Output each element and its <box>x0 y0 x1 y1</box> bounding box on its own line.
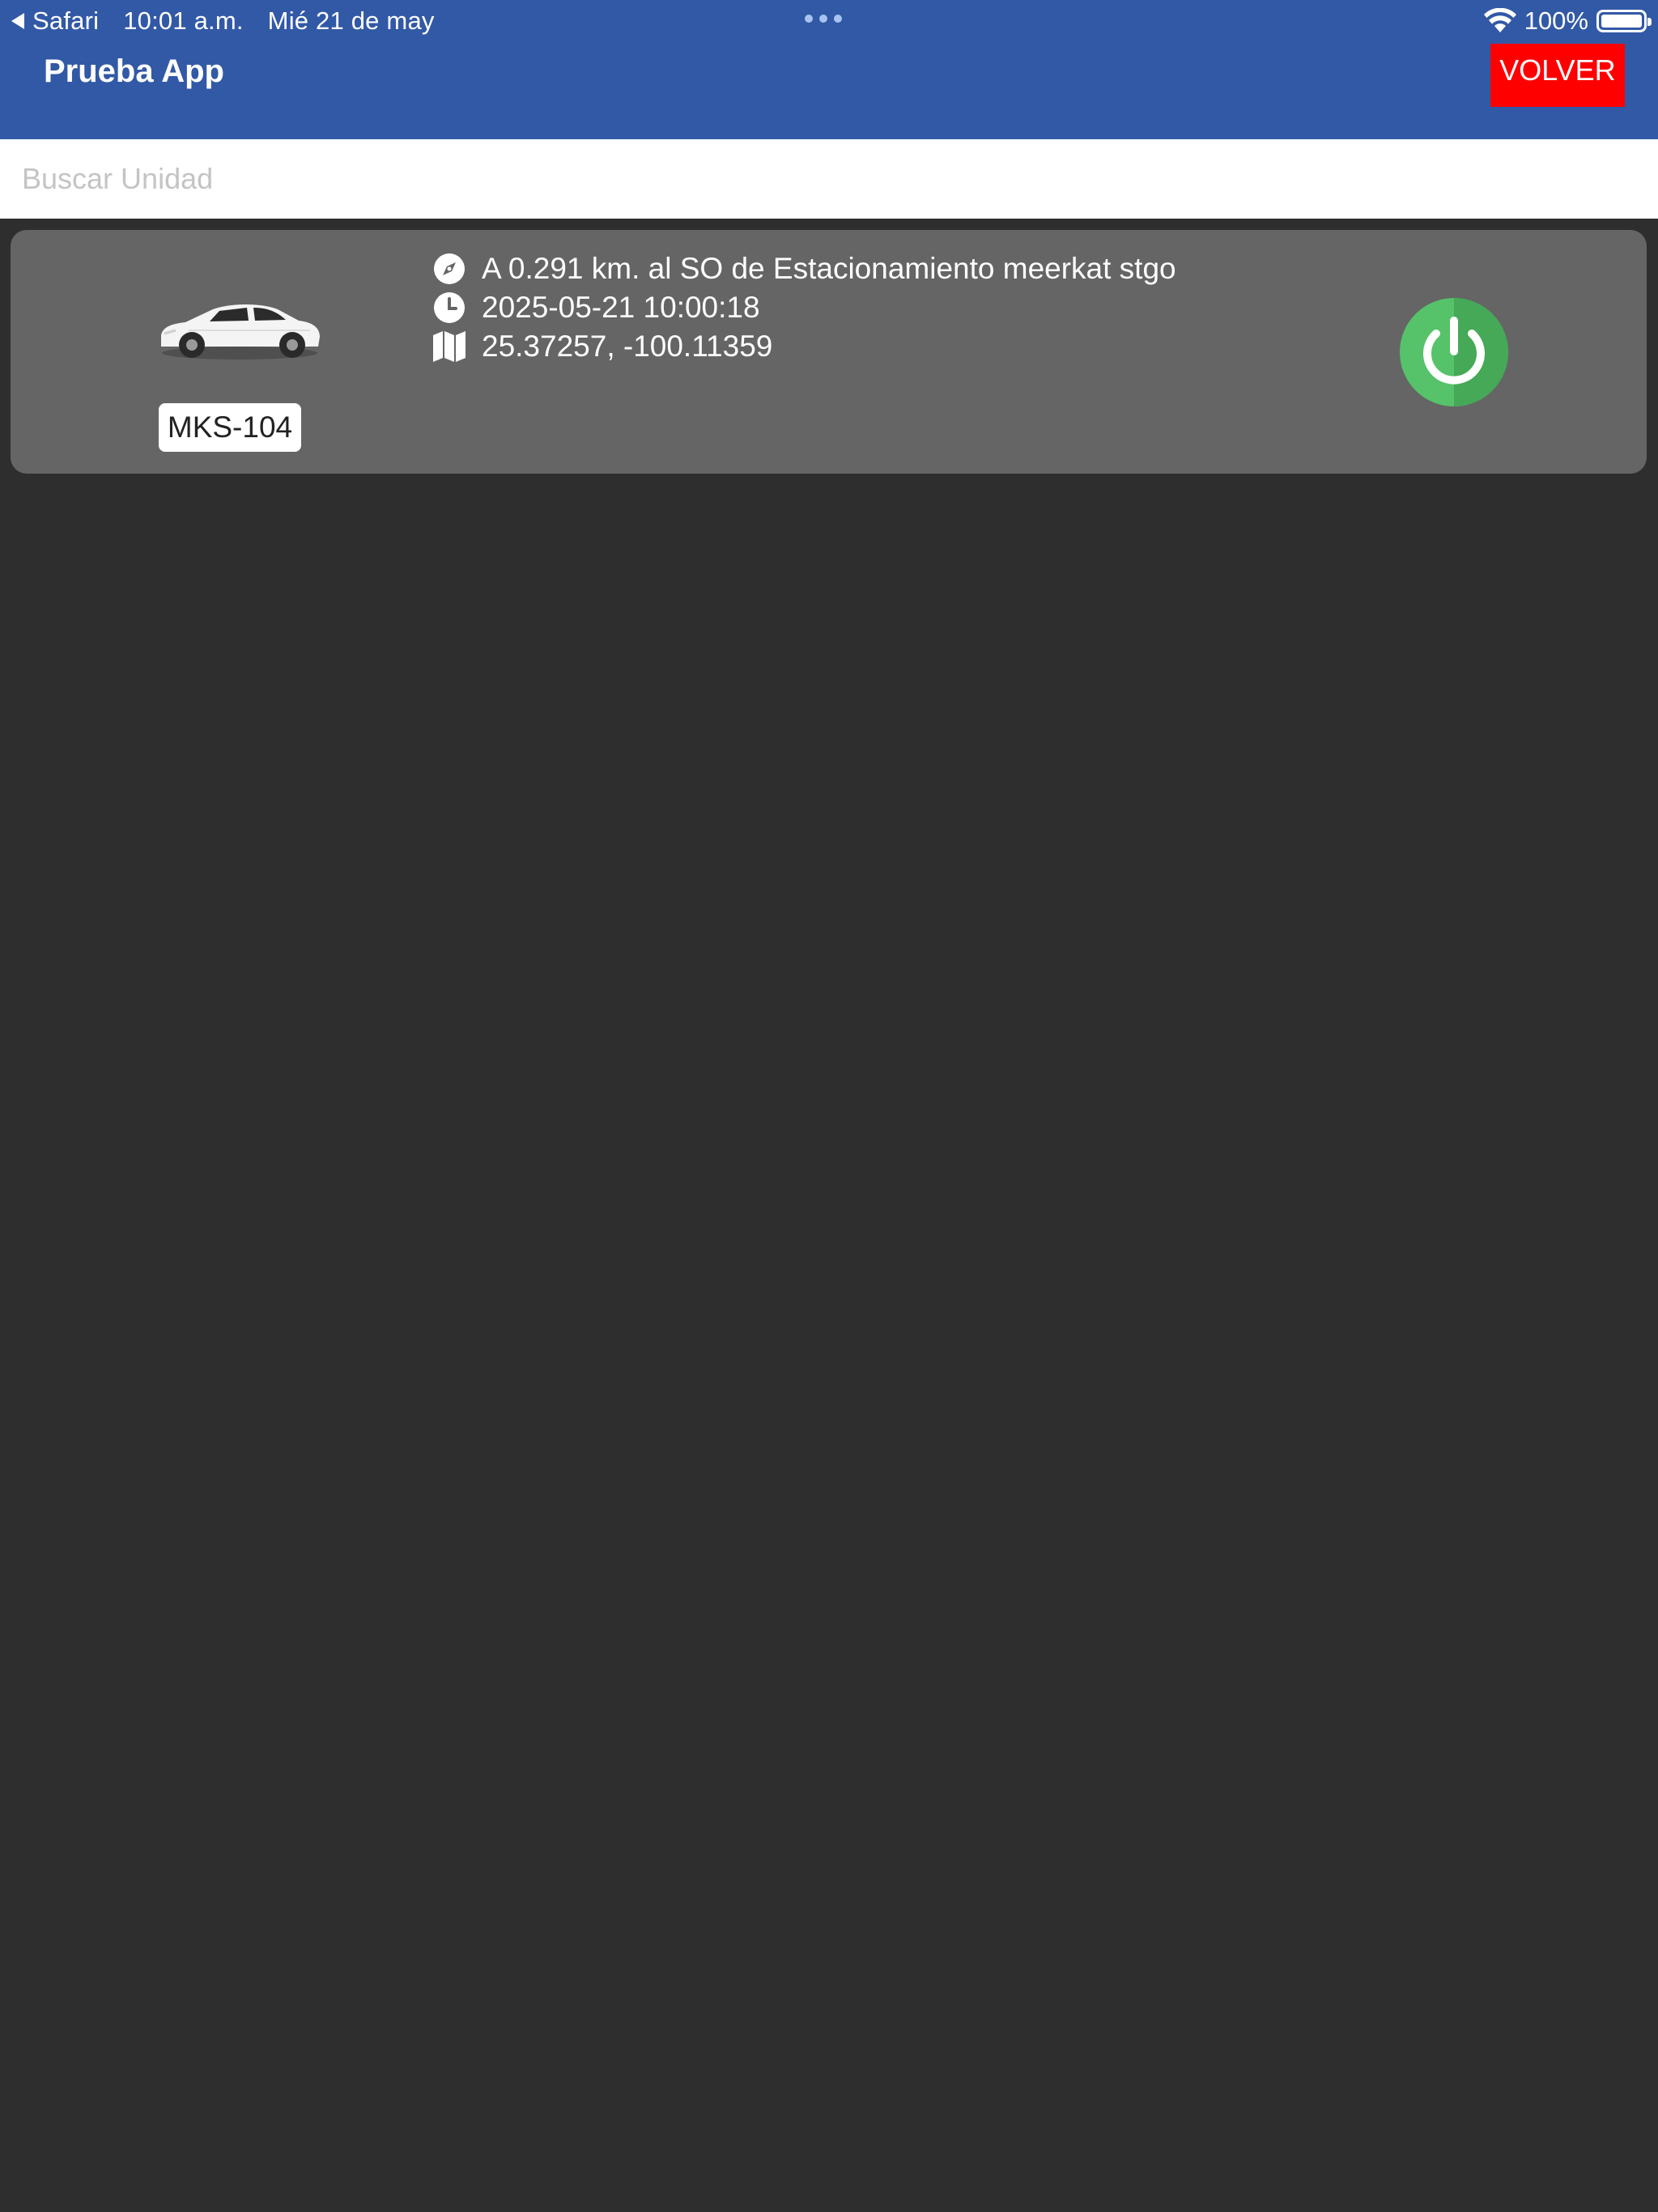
battery-percent: 100% <box>1524 6 1588 35</box>
status-date: Mié 21 de may <box>267 6 435 35</box>
unit-info: A 0.291 km. al SO de Estacionamiento mee… <box>432 249 1176 366</box>
search-bar <box>0 139 1658 219</box>
battery-icon <box>1596 10 1652 32</box>
back-to-app-label[interactable]: Safari <box>32 6 99 36</box>
wifi-icon <box>1483 8 1516 34</box>
back-button[interactable]: VOLVER <box>1490 44 1625 107</box>
status-bar-right: 100% <box>1483 5 1652 37</box>
search-input[interactable] <box>0 139 1658 219</box>
power-icon[interactable] <box>1400 298 1508 406</box>
compass-icon <box>432 251 467 287</box>
unit-coordinates-row: 25.37257, -100.11359 <box>432 327 1176 366</box>
unit-timestamp: 2025-05-21 10:00:18 <box>482 291 760 324</box>
unit-location: A 0.291 km. al SO de Estacionamiento mee… <box>482 252 1176 285</box>
unit-timestamp-row: 2025-05-21 10:00:18 <box>432 288 1176 327</box>
unit-coordinates: 25.37257, -100.11359 <box>482 330 773 363</box>
white-sedan-car-image <box>161 304 320 359</box>
unit-plate: MKS-104 <box>159 403 301 452</box>
page-title: Prueba App <box>44 53 224 89</box>
back-triangle-icon[interactable] <box>11 13 24 29</box>
unit-card[interactable]: MKS-104 A 0.291 km. al SO de Estacionami… <box>11 230 1647 474</box>
clock-icon <box>432 290 467 325</box>
unit-location-row: A 0.291 km. al SO de Estacionamiento mee… <box>432 249 1176 288</box>
map-icon <box>432 329 467 364</box>
multitasking-dots-icon[interactable] <box>805 15 842 23</box>
status-bar-left: Safari 10:01 a.m. Mié 21 de may <box>11 5 435 37</box>
app-screen: Safari 10:01 a.m. Mié 21 de may 100% Pru… <box>0 0 1658 2212</box>
status-time: 10:01 a.m. <box>123 6 244 35</box>
app-header: Safari 10:01 a.m. Mié 21 de may 100% Pru… <box>0 0 1658 139</box>
